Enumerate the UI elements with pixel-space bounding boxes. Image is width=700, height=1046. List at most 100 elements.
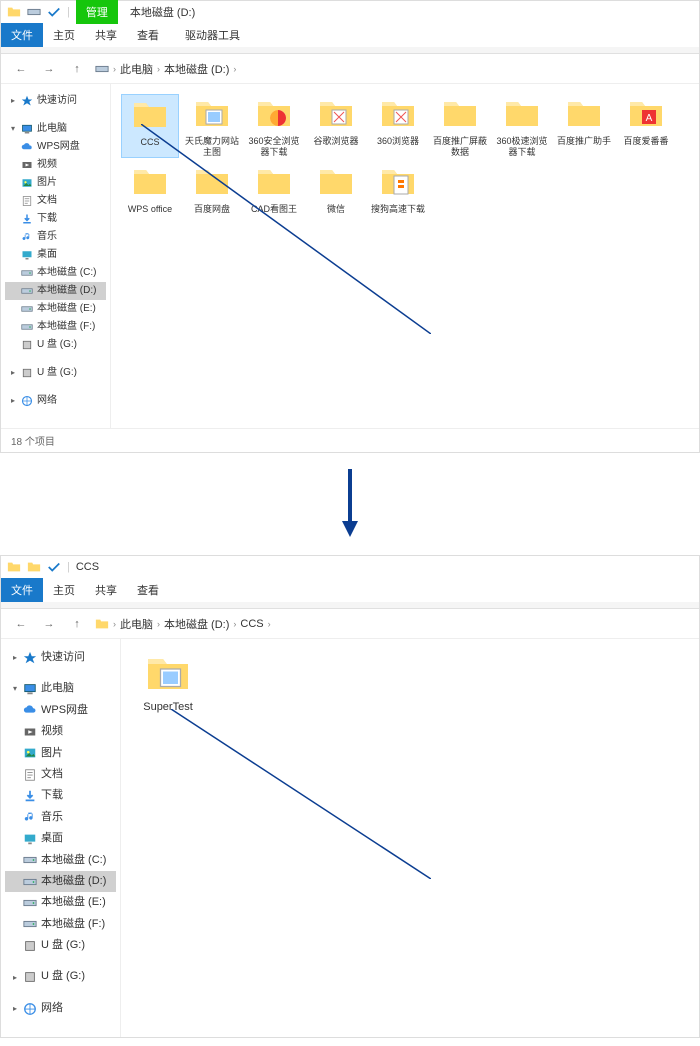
folder-item[interactable]: SuperTest <box>131 649 205 714</box>
sidebar-item[interactable]: 图片 <box>5 174 106 192</box>
forward-button[interactable]: → <box>39 59 59 79</box>
sidebar-item[interactable]: 图片 <box>5 743 116 764</box>
breadcrumb[interactable]: › 此电脑 › 本地磁盘 (D:) › CCS › <box>95 616 689 632</box>
sidebar-item-label: 视频 <box>41 724 63 739</box>
folder-item[interactable]: 微信 <box>307 162 365 215</box>
sidebar-item-label: 快速访问 <box>41 650 85 665</box>
folder-icon <box>254 94 294 134</box>
sidebar-item[interactable]: 本地磁盘 (D:) <box>5 282 106 300</box>
breadcrumb-this-pc[interactable]: 此电脑 <box>120 61 153 77</box>
folder-item[interactable]: CCS <box>121 94 179 158</box>
tab-file[interactable]: 文件 <box>1 578 43 602</box>
sidebar-item[interactable]: 桌面 <box>5 246 106 264</box>
folder-icon <box>95 617 109 631</box>
sidebar-usb[interactable]: ▸ U 盘 (G:) <box>5 364 106 382</box>
folder-item[interactable]: 百度推广屏蔽数据 <box>431 94 489 158</box>
sidebar-quick-access[interactable]: ▸ 快速访问 <box>5 92 106 110</box>
folder-item[interactable]: 百度网盘 <box>183 162 241 215</box>
folder-item[interactable]: 搜狗高速下载 <box>369 162 427 215</box>
sidebar-item[interactable]: U 盘 (G:) <box>5 935 116 956</box>
arrow-down-icon <box>340 469 360 539</box>
tab-view[interactable]: 查看 <box>127 23 169 47</box>
sidebar-item[interactable]: 视频 <box>5 721 116 742</box>
folder-item[interactable]: WPS office <box>121 162 179 215</box>
breadcrumb-drive[interactable]: 本地磁盘 (D:) <box>164 61 229 77</box>
drive-icon <box>21 267 33 279</box>
breadcrumb[interactable]: › 此电脑 › 本地磁盘 (D:) › <box>95 61 689 77</box>
sidebar-item[interactable]: 本地磁盘 (C:) <box>5 850 116 871</box>
sidebar-quick-access[interactable]: ▸ 快速访问 <box>5 647 116 668</box>
up-button[interactable]: ↑ <box>67 614 87 634</box>
folder-item[interactable]: 谷歌浏览器 <box>307 94 365 158</box>
folder-item[interactable]: A百度爱番番 <box>617 94 675 158</box>
sidebar-item[interactable]: 视频 <box>5 156 106 174</box>
usb-icon <box>21 339 33 351</box>
drive-icon <box>27 5 41 19</box>
breadcrumb-drive[interactable]: 本地磁盘 (D:) <box>164 616 229 632</box>
folder-item[interactable]: 360浏览器 <box>369 94 427 158</box>
manage-tab[interactable]: 管理 <box>76 0 118 24</box>
tab-view[interactable]: 查看 <box>127 578 169 602</box>
annotation-line <box>171 709 431 879</box>
video-icon <box>21 159 33 171</box>
folder-item[interactable]: 360极速浏览器下载 <box>493 94 551 158</box>
folder-item[interactable]: 天氏魔力网站主图 <box>183 94 241 158</box>
folder-item[interactable]: CAD看图王 <box>245 162 303 215</box>
sidebar-item[interactable]: 本地磁盘 (F:) <box>5 318 106 336</box>
tab-home[interactable]: 主页 <box>43 578 85 602</box>
music-icon <box>21 231 33 243</box>
sidebar-usb[interactable]: ▸ U 盘 (G:) <box>5 966 116 987</box>
sidebar-item[interactable]: 音乐 <box>5 807 116 828</box>
folder-label: 360极速浏览器下载 <box>493 136 551 158</box>
sidebar-item[interactable]: 本地磁盘 (F:) <box>5 914 116 935</box>
sidebar-this-pc[interactable]: ▾ 此电脑 <box>5 678 116 699</box>
sidebar-item-label: 网络 <box>41 1001 63 1016</box>
sidebar-item[interactable]: 文档 <box>5 192 106 210</box>
folder-icon <box>192 94 232 134</box>
up-button[interactable]: ↑ <box>67 59 87 79</box>
sidebar-item[interactable]: 本地磁盘 (E:) <box>5 300 106 318</box>
folder-label: 谷歌浏览器 <box>313 136 358 147</box>
tab-share[interactable]: 共享 <box>85 578 127 602</box>
sidebar-item[interactable]: 桌面 <box>5 828 116 849</box>
content-area[interactable]: CCS天氏魔力网站主图360安全浏览器下载谷歌浏览器 360浏览器百度推广屏蔽数据… <box>111 84 699 428</box>
tab-drive-tools[interactable]: 驱动器工具 <box>175 23 250 47</box>
sidebar-item-label: 本地磁盘 (F:) <box>37 320 95 334</box>
drive-icon <box>21 321 33 333</box>
chevron-right-icon: › <box>113 619 116 629</box>
sidebar-item[interactable]: WPS网盘 <box>5 138 106 156</box>
breadcrumb-this-pc[interactable]: 此电脑 <box>120 616 153 632</box>
sidebar-item-label: 本地磁盘 (D:) <box>41 874 106 889</box>
sidebar-item[interactable]: U 盘 (G:) <box>5 336 106 354</box>
folder-icon <box>316 162 356 202</box>
tab-share[interactable]: 共享 <box>85 23 127 47</box>
pictures-icon <box>23 746 37 760</box>
folder-label: 天氏魔力网站主图 <box>183 136 241 158</box>
back-button[interactable]: ← <box>11 59 31 79</box>
sidebar-this-pc[interactable]: ▾ 此电脑 <box>5 120 106 138</box>
sidebar-item[interactable]: 下载 <box>5 210 106 228</box>
sidebar-network[interactable]: ▸ 网络 <box>5 392 106 410</box>
tab-home[interactable]: 主页 <box>43 23 85 47</box>
sidebar-item[interactable]: 本地磁盘 (C:) <box>5 264 106 282</box>
folder-item[interactable]: 百度推广助手 <box>555 94 613 158</box>
folder-icon <box>564 94 604 134</box>
sidebar-item[interactable]: 本地磁盘 (D:) <box>5 871 116 892</box>
sidebar-network[interactable]: ▸ 网络 <box>5 998 116 1019</box>
chevron-right-icon: ▸ <box>9 367 17 378</box>
sidebar-item[interactable]: 本地磁盘 (E:) <box>5 892 116 913</box>
sidebar-item-label: U 盘 (G:) <box>41 938 85 953</box>
sidebar-item[interactable]: 下载 <box>5 785 116 806</box>
sidebar-item[interactable]: 文档 <box>5 764 116 785</box>
content-area[interactable]: SuperTest <box>121 639 699 1037</box>
folder-grid: SuperTest <box>131 649 689 714</box>
star-icon <box>21 95 33 107</box>
back-button[interactable]: ← <box>11 614 31 634</box>
forward-button[interactable]: → <box>39 614 59 634</box>
tab-file[interactable]: 文件 <box>1 23 43 47</box>
breadcrumb-folder[interactable]: CCS <box>240 618 263 630</box>
music-icon <box>23 810 37 824</box>
folder-item[interactable]: 360安全浏览器下载 <box>245 94 303 158</box>
sidebar-item[interactable]: 音乐 <box>5 228 106 246</box>
sidebar-item[interactable]: WPS网盘 <box>5 700 116 721</box>
